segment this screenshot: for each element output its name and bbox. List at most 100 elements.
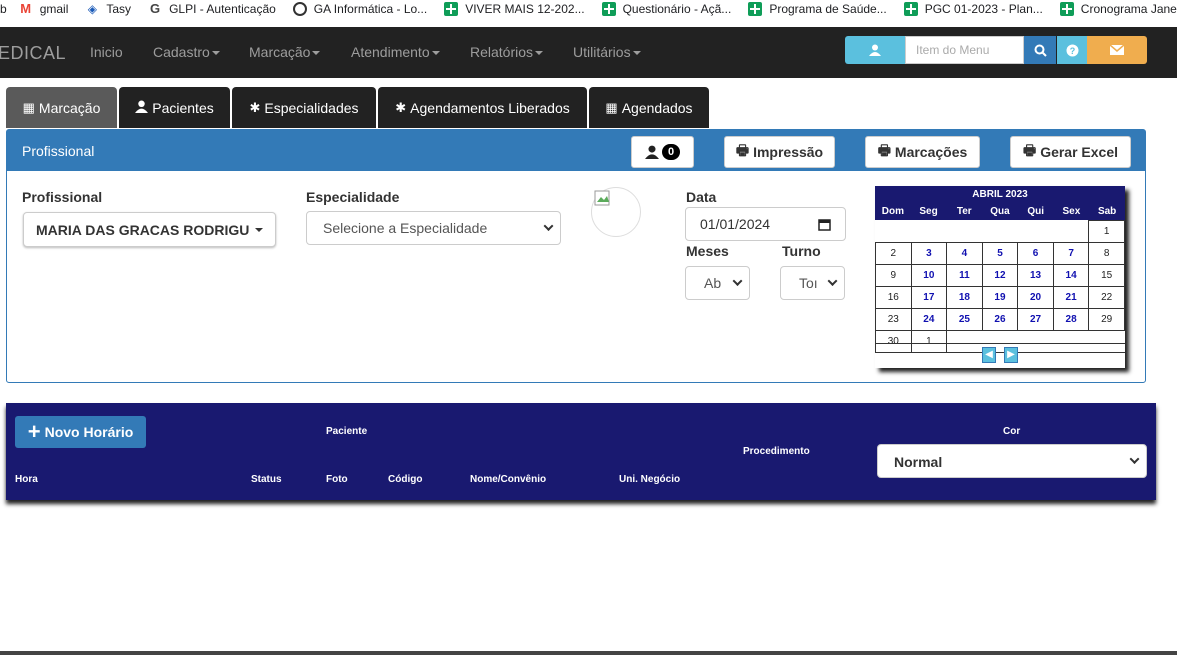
help-button[interactable]: ?	[1057, 36, 1087, 64]
calendar-day[interactable]: 8	[1088, 242, 1125, 265]
calendar-day[interactable]: 16	[875, 286, 912, 309]
brand-logo[interactable]: EDICAL	[0, 43, 66, 64]
calendar-day[interactable]: 15	[1088, 264, 1125, 287]
bookmark-programa[interactable]: Programa de Saúde...	[748, 2, 887, 16]
calendar-day[interactable]: 21	[1052, 286, 1090, 309]
nav-atendimento[interactable]: Atendimento	[351, 44, 440, 60]
weekday-header: Qua	[982, 202, 1018, 220]
weekday-header: Qui	[1017, 202, 1054, 220]
top-navbar: EDICAL Inicio Cadastro Marcação Atendime…	[0, 27, 1177, 78]
calendar-day[interactable]: 13	[1017, 264, 1054, 287]
bookmark-gmail[interactable]: Mgmail	[19, 1, 68, 17]
bookmark-label: b	[0, 2, 7, 16]
calendar-day[interactable]: 27	[1017, 308, 1054, 331]
header-uni: Uni. Negócio	[619, 474, 681, 485]
specialty-select[interactable]: Selecione a Especialidade	[306, 211, 561, 245]
calendar-day[interactable]: 5	[981, 242, 1019, 265]
nav-utilitarios[interactable]: Utilitários	[573, 44, 641, 60]
shift-label: Turno	[782, 243, 821, 259]
tab-marcacao[interactable]: ▦ Marcação	[6, 87, 117, 128]
professional-select[interactable]: MARIA DAS GRACAS RODRIGU	[23, 212, 276, 247]
calendar-day[interactable]: 3	[910, 242, 948, 265]
calendar-day[interactable]: 23	[875, 308, 912, 331]
gmail-icon: M	[20, 1, 32, 16]
weekday-header: Sex	[1053, 202, 1090, 220]
calendar-day[interactable]: 4	[946, 242, 983, 265]
tab-pacientes[interactable]: Pacientes	[119, 87, 230, 128]
question-icon: ?	[1066, 44, 1078, 56]
schedule-header: + Novo Horário Paciente Procedimento Cor …	[6, 403, 1156, 500]
svg-text:?: ?	[1069, 46, 1075, 56]
calendar-day[interactable]: 10	[910, 264, 948, 287]
prev-month-button[interactable]: ◀	[982, 346, 996, 363]
sheets-icon	[601, 2, 616, 16]
menu-search-input[interactable]: Item do Menu	[905, 36, 1024, 64]
calendar-day[interactable]: 24	[910, 308, 948, 331]
calendar-day[interactable]: 25	[946, 308, 983, 331]
calendar-day[interactable]: 2	[875, 242, 912, 265]
calendar-day[interactable]: 11	[946, 264, 983, 287]
calendar-day[interactable]: 29	[1088, 308, 1125, 331]
months-select[interactable]: Ab	[685, 266, 750, 300]
mail-button[interactable]	[1087, 36, 1147, 64]
nav-label: Atendimento	[351, 44, 430, 60]
calendar-day[interactable]: 17	[910, 286, 948, 309]
bookings-button[interactable]: 🖶 Marcações	[865, 136, 980, 168]
bottom-edge	[0, 651, 1177, 655]
calendar-day[interactable]: 6	[1017, 242, 1054, 265]
header-cor: Cor	[1003, 426, 1021, 437]
user-icon	[644, 145, 659, 159]
calendar-day[interactable]: 9	[875, 264, 912, 287]
nav-cadastro[interactable]: Cadastro	[153, 44, 220, 60]
bookmark-questionario[interactable]: Questionário - Açã...	[601, 2, 731, 16]
nav-label: Inicio	[90, 44, 123, 60]
bookmark-label: Programa de Saúde...	[769, 2, 887, 16]
nav-inicio[interactable]: Inicio	[90, 44, 123, 60]
tab-especialidades[interactable]: ✱ Especialidades	[232, 87, 376, 128]
bookmark-tasy[interactable]: ◈ Tasy	[85, 2, 131, 16]
next-month-button[interactable]: ▶	[1004, 346, 1018, 363]
bookmark-pgc[interactable]: PGC 01-2023 - Plan...	[903, 2, 1043, 16]
professional-value: MARIA DAS GRACAS RODRIGU	[36, 221, 250, 238]
calendar-day[interactable]: 14	[1052, 264, 1090, 287]
calendar-empty-cell	[911, 220, 947, 243]
print-button[interactable]: 🖶 Impressão	[724, 136, 835, 168]
calendar-day[interactable]: 28	[1052, 308, 1090, 331]
patients-count-button[interactable]: 0	[631, 136, 694, 168]
shift-select[interactable]: Toı	[780, 266, 845, 300]
new-slot-button[interactable]: + Novo Horário	[15, 416, 146, 448]
calendar-day[interactable]: 1	[1088, 220, 1125, 243]
calendar-day[interactable]: 7	[1052, 242, 1090, 265]
header-codigo: Código	[388, 474, 423, 485]
user-button[interactable]	[845, 36, 905, 64]
calendar-day[interactable]: 22	[1088, 286, 1125, 309]
nav-label: Cadastro	[153, 44, 210, 60]
excel-button[interactable]: 🖶 Gerar Excel	[1010, 136, 1131, 168]
calendar-day[interactable]: 12	[981, 264, 1019, 287]
new-slot-label: Novo Horário	[44, 424, 134, 440]
globe-icon	[292, 2, 307, 16]
calendar-day[interactable]: 18	[946, 286, 983, 309]
bookmark-ga[interactable]: GA Informática - Lo...	[292, 2, 427, 16]
date-input[interactable]: 01/01/2024	[685, 207, 846, 241]
nav-marcacao[interactable]: Marcação	[249, 44, 321, 60]
calendar-day[interactable]: 19	[981, 286, 1019, 309]
chevron-down-icon	[827, 276, 838, 286]
calendar-day[interactable]: 20	[1017, 286, 1054, 309]
nav-relatorios[interactable]: Relatórios	[470, 44, 544, 60]
tab-agendamentos-liberados[interactable]: ✱ Agendamentos Liberados	[378, 87, 587, 128]
excel-label: Gerar Excel	[1040, 144, 1119, 160]
bookmark-glpi[interactable]: G GLPI - Autenticação	[148, 2, 276, 17]
bookmark-cronograma[interactable]: Cronograma Jane	[1059, 2, 1177, 16]
sheets-icon	[903, 2, 918, 16]
search-button[interactable]	[1024, 36, 1056, 64]
header-procedimento: Procedimento	[743, 446, 810, 457]
specialty-value: Selecione a Especialidade	[323, 220, 488, 236]
calendar-day[interactable]: 26	[981, 308, 1019, 331]
bookmark-viver[interactable]: VIVER MAIS 12-202...	[444, 2, 585, 16]
caret-down-icon	[535, 51, 544, 56]
bookmark-b[interactable]: b	[0, 2, 7, 16]
color-select[interactable]: Normal	[877, 444, 1147, 478]
tab-agendados[interactable]: ▦ Agendados	[589, 87, 709, 128]
caret-down-icon	[431, 51, 440, 56]
